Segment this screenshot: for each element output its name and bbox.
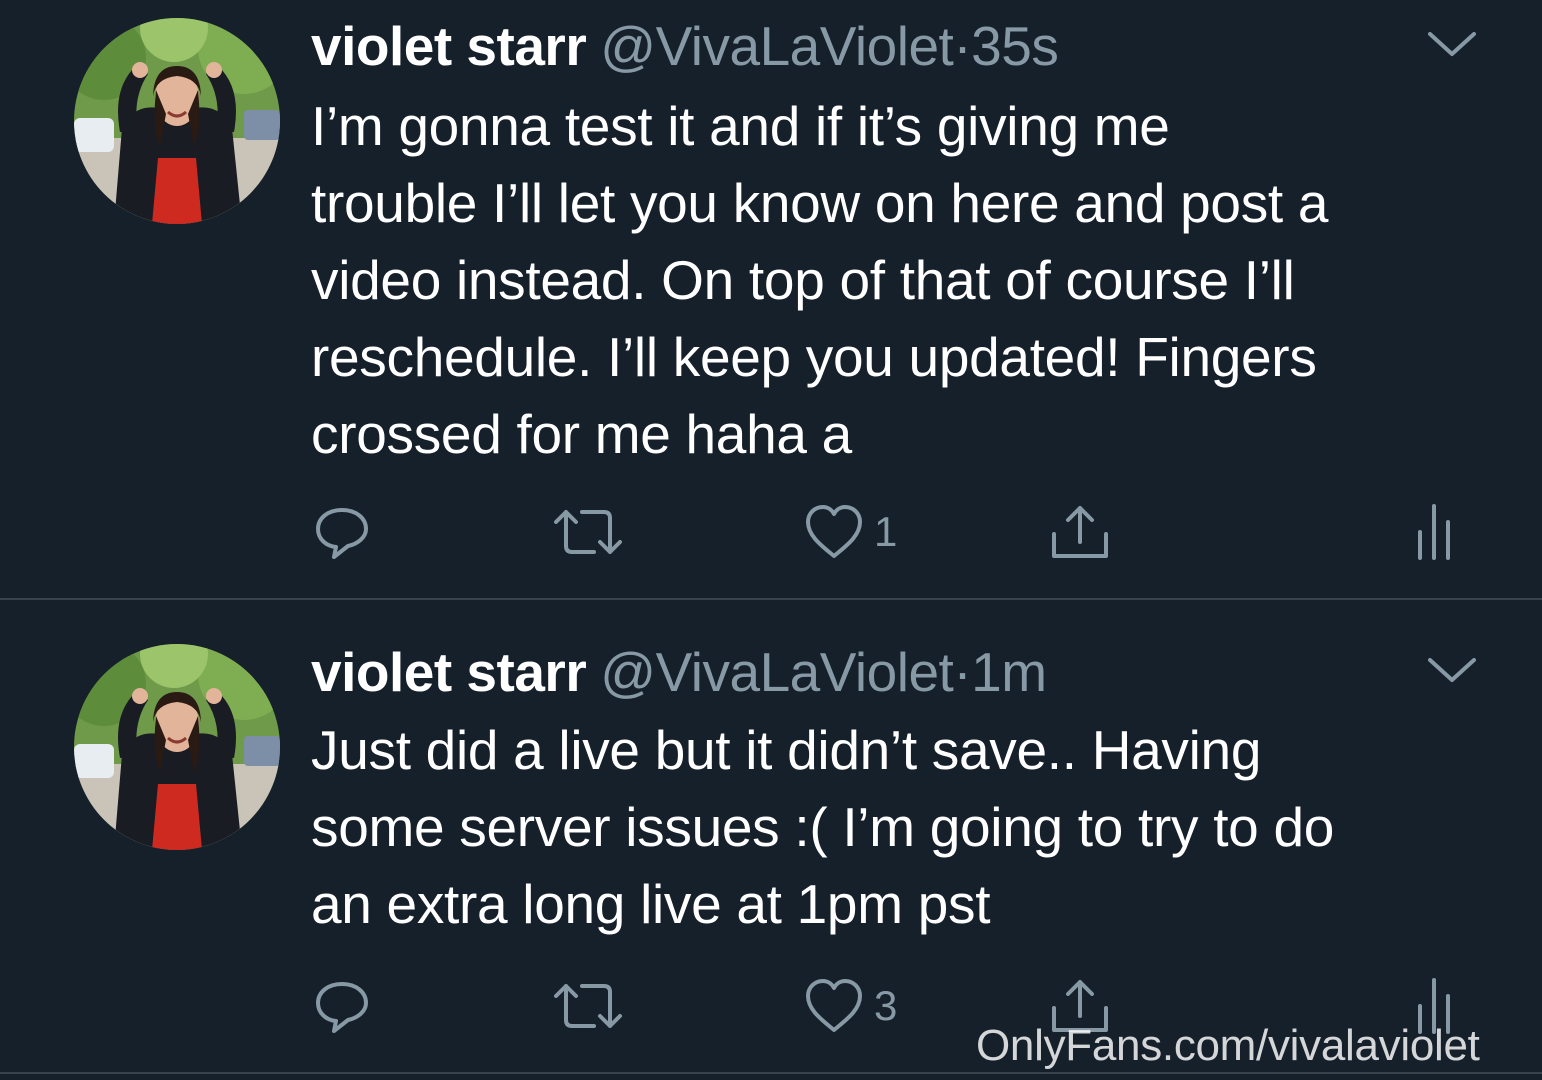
reply-icon	[316, 982, 368, 1033]
like-button[interactable]: 3	[804, 974, 897, 1038]
retweet-button[interactable]	[552, 974, 624, 1038]
reply-button[interactable]	[312, 974, 372, 1038]
share-button[interactable]	[1048, 500, 1112, 564]
chevron-down-icon[interactable]	[1426, 28, 1478, 60]
display-name[interactable]: violet starr	[311, 641, 587, 703]
tweet[interactable]: violet starr @VivaLaViolet·1m Just did a …	[0, 600, 1542, 1072]
tweet-text-line: video instead. On top of that of course …	[311, 249, 1295, 311]
retweet-icon	[554, 510, 622, 554]
like-count: 3	[874, 982, 898, 1029]
tweet-text-line: an extra long live at 1pm pst	[311, 873, 991, 935]
like-button[interactable]: 1	[804, 500, 897, 564]
separator-dot: ·	[953, 641, 972, 703]
tweet-header: violet starr @VivaLaViolet·1m	[311, 640, 1047, 704]
separator-dot: ·	[953, 15, 972, 77]
timestamp[interactable]: 1m	[971, 641, 1047, 703]
reply-icon	[316, 508, 368, 559]
like-count: 1	[874, 508, 898, 555]
tweet-text-line: I’m gonna test it and if it’s giving me	[311, 95, 1170, 157]
heart-icon	[806, 979, 862, 1032]
chevron-down-icon[interactable]	[1426, 654, 1478, 686]
tweet-text: Just did a live but it didn’t save.. Hav…	[311, 712, 1491, 943]
tweet-header: violet starr @VivaLaViolet·35s	[311, 14, 1059, 78]
retweet-button[interactable]	[552, 500, 624, 564]
tweet-feed: violet starr @VivaLaViolet·35s I’m gonna …	[0, 0, 1542, 1080]
tweet-text-line: trouble I’ll let you know on here and po…	[311, 172, 1329, 234]
timestamp[interactable]: 35s	[971, 15, 1059, 77]
share-icon	[1052, 506, 1108, 558]
reply-button[interactable]	[312, 500, 372, 564]
tweet-text-line: crossed for me haha a	[311, 403, 852, 465]
tweet-actions: 1	[0, 500, 1542, 564]
tweet[interactable]: violet starr @VivaLaViolet·35s I’m gonna …	[0, 0, 1542, 598]
avatar[interactable]	[74, 644, 280, 850]
tweet-text-line: some server issues :( I’m going to try t…	[311, 796, 1335, 858]
tweet-text-line: reschedule. I’ll keep you updated! Finge…	[311, 326, 1317, 388]
user-handle[interactable]: @VivaLaViolet	[600, 641, 954, 703]
retweet-icon	[554, 984, 622, 1028]
watermark: OnlyFans.com/vivalaviolet	[976, 1021, 1480, 1070]
analytics-button[interactable]	[1412, 500, 1456, 564]
analytics-icon	[1418, 504, 1450, 560]
tweet-text-line: Just did a live but it didn’t save.. Hav…	[311, 719, 1262, 781]
heart-icon	[806, 505, 862, 558]
avatar[interactable]	[74, 18, 280, 224]
tweet-text: I’m gonna test it and if it’s giving me …	[311, 88, 1491, 473]
user-handle[interactable]: @VivaLaViolet	[600, 15, 954, 77]
display-name[interactable]: violet starr	[311, 15, 587, 77]
